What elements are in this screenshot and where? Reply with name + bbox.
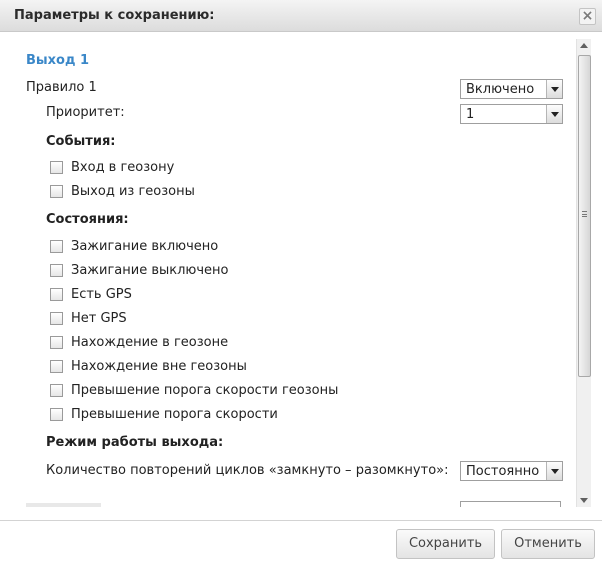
section-title-output: Выход 1: [26, 53, 90, 68]
scroll-down-arrow-icon[interactable]: [577, 494, 592, 507]
priority-label: Приоритет:: [46, 105, 125, 120]
checkbox[interactable]: [50, 185, 63, 198]
cycles-label: Количество повторений циклов «замкнуто –…: [46, 463, 449, 478]
checkbox-label[interactable]: Вход в геозону: [71, 160, 174, 175]
checkbox[interactable]: [50, 312, 63, 325]
checkbox[interactable]: [50, 240, 63, 253]
checkbox-label[interactable]: Есть GPS: [71, 287, 132, 302]
scrollbar-thumb[interactable]: [578, 55, 591, 377]
checkbox[interactable]: [50, 336, 63, 349]
priority-select[interactable]: 1: [460, 104, 563, 124]
states-heading: Состояния:: [46, 212, 129, 227]
checkbox-label[interactable]: Превышение порога скорости геозоны: [71, 383, 338, 398]
chevron-down-icon[interactable]: [546, 80, 562, 98]
vertical-scrollbar[interactable]: [576, 39, 591, 507]
cycles-select[interactable]: Постоянно: [460, 461, 563, 481]
chevron-down-icon[interactable]: [546, 462, 562, 480]
dialog-title: Параметры к сохранению:: [14, 8, 215, 23]
cycles-value: Постоянно: [466, 464, 540, 479]
rule-label: Правило 1: [26, 80, 97, 95]
priority-value: 1: [466, 107, 475, 122]
events-heading: События:: [46, 134, 116, 149]
clipped-select[interactable]: [460, 501, 561, 507]
checkbox-label[interactable]: Нахождение в геозоне: [71, 335, 228, 350]
grip-icon: [582, 211, 587, 217]
checkbox[interactable]: [50, 408, 63, 421]
rule-state-value: Включено: [466, 82, 535, 97]
scroll-up-arrow-icon[interactable]: [577, 39, 592, 52]
dialog-titlebar: Параметры к сохранению: ×: [0, 0, 602, 32]
checkbox-label[interactable]: Зажигание включено: [71, 239, 218, 254]
chevron-down-icon[interactable]: [546, 105, 562, 123]
checkbox-label[interactable]: Зажигание выключено: [71, 263, 229, 278]
save-button[interactable]: Сохранить: [396, 529, 495, 559]
checkbox[interactable]: [50, 384, 63, 397]
dialog-footer: Сохранить Отменить: [0, 520, 602, 566]
rule-state-select[interactable]: Включено: [460, 79, 563, 99]
checkbox-label[interactable]: Нет GPS: [71, 311, 127, 326]
checkbox[interactable]: [50, 360, 63, 373]
checkbox[interactable]: [50, 161, 63, 174]
checkbox-label[interactable]: Выход из геозоны: [71, 184, 195, 199]
settings-dialog: Параметры к сохранению: × Выход 1 Правил…: [0, 0, 602, 566]
checkbox[interactable]: [50, 264, 63, 277]
checkbox-label[interactable]: Превышение порога скорости: [71, 407, 278, 422]
cancel-button[interactable]: Отменить: [501, 529, 595, 559]
clipped-row-label: [26, 503, 101, 507]
mode-heading: Режим работы выхода:: [46, 435, 224, 450]
dialog-content: Выход 1 Правило 1 Включено Приоритет: 1 …: [0, 33, 576, 507]
close-icon[interactable]: ×: [579, 8, 596, 25]
checkbox-label[interactable]: Нахождение вне геозоны: [71, 359, 247, 374]
checkbox[interactable]: [50, 288, 63, 301]
